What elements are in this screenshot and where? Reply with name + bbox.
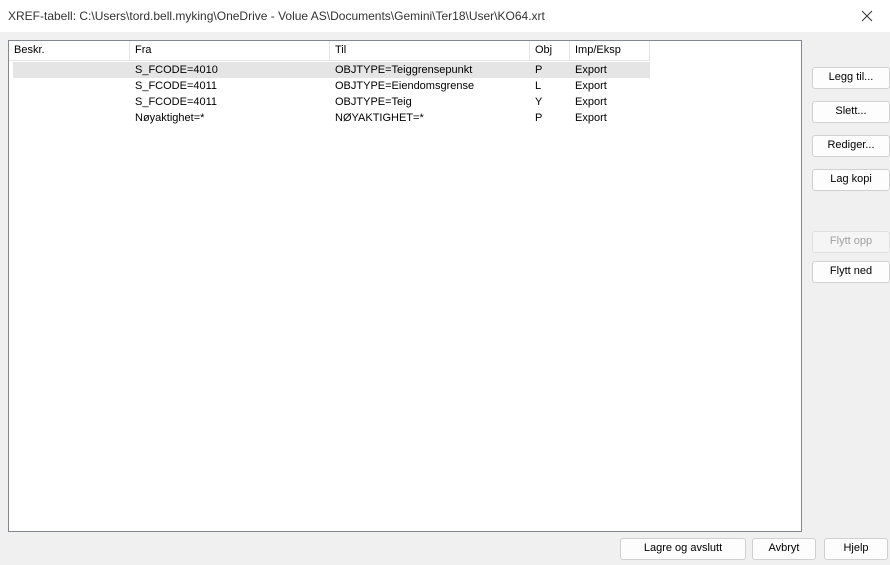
cell-fra: S_FCODE=4010	[135, 64, 218, 76]
cell-fra: S_FCODE=4011	[135, 80, 218, 92]
cell-impeksp: Export	[575, 64, 607, 76]
cell-til: NØYAKTIGHET=*	[335, 112, 424, 124]
cell-beskr	[13, 94, 134, 110]
cell-til: OBJTYPE=Eiendomsgrense	[335, 80, 475, 92]
table-body: S_FCODE=4010 OBJTYPE=Teiggrensepunkt P E…	[13, 62, 650, 126]
move-down-button[interactable]: Flytt ned	[812, 261, 890, 283]
cell-beskr	[13, 62, 134, 78]
table-row[interactable]: S_FCODE=4010 OBJTYPE=Teiggrensepunkt P E…	[13, 62, 650, 78]
table-row[interactable]: Nøyaktighet=* NØYAKTIGHET=* P Export	[13, 110, 650, 126]
cell-beskr	[13, 78, 134, 94]
close-button[interactable]	[844, 0, 890, 32]
table-row[interactable]: S_FCODE=4011 OBJTYPE=Teig Y Export	[13, 94, 650, 110]
cell-impeksp: Export	[575, 112, 607, 124]
cell-til: OBJTYPE=Teig	[335, 96, 412, 108]
xref-table[interactable]: Beskr. Fra Til Obj Imp/Eksp S_FCODE=4010…	[8, 40, 802, 532]
column-header-beskr[interactable]: Beskr.	[9, 41, 130, 61]
edit-button[interactable]: Rediger...	[812, 135, 890, 157]
copy-button[interactable]: Lag kopi	[812, 169, 890, 191]
cancel-button[interactable]: Avbryt	[752, 538, 816, 560]
table-row[interactable]: S_FCODE=4011 OBJTYPE=Eiendomsgrense L Ex…	[13, 78, 650, 94]
cell-impeksp: Export	[575, 96, 607, 108]
save-and-exit-button[interactable]: Lagre og avslutt	[620, 538, 746, 560]
delete-button[interactable]: Slett...	[812, 101, 890, 123]
table-header: Beskr. Fra Til Obj Imp/Eksp	[9, 41, 650, 61]
cell-beskr	[13, 110, 134, 126]
column-header-impeksp[interactable]: Imp/Eksp	[570, 41, 650, 61]
help-button[interactable]: Hjelp	[824, 538, 888, 560]
column-header-fra[interactable]: Fra	[130, 41, 330, 61]
add-button[interactable]: Legg til...	[812, 67, 890, 89]
cell-impeksp: Export	[575, 80, 607, 92]
cell-fra: Nøyaktighet=*	[135, 112, 205, 124]
column-header-til[interactable]: Til	[330, 41, 530, 61]
cell-obj: Y	[535, 96, 543, 108]
cell-til: OBJTYPE=Teiggrensepunkt	[335, 64, 473, 76]
cell-obj: L	[535, 80, 542, 92]
close-icon	[861, 10, 873, 22]
move-up-button[interactable]: Flytt opp	[812, 231, 890, 253]
title-bar: XREF-tabell: C:\Users\tord.bell.myking\O…	[0, 0, 890, 32]
cell-obj: P	[535, 112, 543, 124]
window-title: XREF-tabell: C:\Users\tord.bell.myking\O…	[8, 9, 545, 23]
column-header-obj[interactable]: Obj	[530, 41, 570, 61]
cell-obj: P	[535, 64, 543, 76]
cell-fra: S_FCODE=4011	[135, 96, 218, 108]
